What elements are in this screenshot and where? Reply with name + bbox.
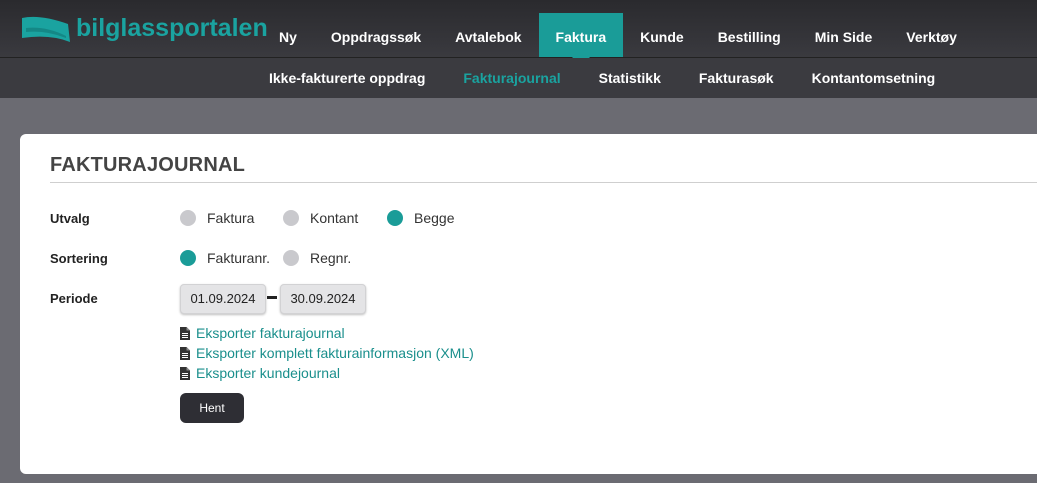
sub-navigation-bar: Ikke-fakturerte oppdrag Fakturajournal S…: [0, 58, 1037, 98]
sub-nav-fakturajournal[interactable]: Fakturajournal: [444, 58, 579, 98]
title-divider: [50, 182, 1037, 183]
export-fakturajournal-link[interactable]: Eksporter fakturajournal: [180, 325, 345, 341]
sub-nav: Ikke-fakturerte oppdrag Fakturajournal S…: [250, 58, 954, 98]
main-nav-bestilling[interactable]: Bestilling: [701, 13, 798, 57]
link-text: Eksporter fakturajournal: [196, 325, 345, 341]
top-navigation-bar: bilglassportalen Ny Oppdragssøk Avtalebo…: [0, 0, 1037, 66]
sub-nav-ikke-fakturerte[interactable]: Ikke-fakturerte oppdrag: [250, 58, 444, 98]
radio-unchecked-icon: [283, 210, 299, 226]
main-nav-verktoy[interactable]: Verktøy: [889, 13, 974, 57]
sortering-label: Sortering: [50, 251, 108, 266]
hent-button[interactable]: Hent: [180, 393, 244, 423]
link-text: Eksporter kundejournal: [196, 365, 340, 381]
main-nav-faktura[interactable]: Faktura: [538, 13, 624, 66]
sub-nav-fakturasok[interactable]: Fakturasøk: [680, 58, 793, 98]
main-nav-min-side[interactable]: Min Side: [798, 13, 890, 57]
radio-sortering-regnr[interactable]: Regnr.: [283, 250, 351, 266]
radio-utvalg-faktura[interactable]: Faktura: [180, 210, 254, 226]
radio-label: Begge: [414, 210, 455, 226]
main-nav-kunde[interactable]: Kunde: [623, 13, 701, 57]
main-nav: Ny Oppdragssøk Avtalebok Faktura Kunde B…: [262, 13, 974, 66]
radio-label: Fakturanr.: [207, 250, 271, 266]
export-kundejournal-link[interactable]: Eksporter kundejournal: [180, 365, 340, 381]
document-icon: [180, 346, 190, 360]
main-nav-oppdragssok[interactable]: Oppdragssøk: [314, 13, 438, 57]
sub-nav-statistikk[interactable]: Statistikk: [580, 58, 680, 98]
radio-unchecked-icon: [283, 250, 299, 266]
periode-label: Periode: [50, 291, 98, 306]
radio-sortering-fakturanr[interactable]: Fakturanr.: [180, 250, 270, 266]
radio-unchecked-icon: [180, 210, 196, 226]
sub-nav-kontantomsetning[interactable]: Kontantomsetning: [793, 58, 955, 98]
date-range-dash: [267, 296, 277, 299]
radio-label: Regnr.: [310, 250, 352, 266]
main-nav-avtalebok[interactable]: Avtalebok: [438, 13, 538, 57]
document-icon: [180, 326, 190, 340]
radio-label: Faktura: [207, 210, 255, 226]
radio-label: Kontant: [310, 210, 359, 226]
export-komplett-xml-link[interactable]: Eksporter komplett fakturainformasjon (X…: [180, 345, 474, 361]
utvalg-label: Utvalg: [50, 211, 90, 226]
fakturajournal-panel: FAKTURAJOURNAL Utvalg Faktura Kontant Be…: [20, 134, 1037, 474]
document-icon: [180, 366, 190, 380]
radio-checked-icon: [180, 250, 196, 266]
link-text: Eksporter komplett fakturainformasjon (X…: [196, 345, 474, 361]
date-from-input[interactable]: 01.09.2024: [180, 284, 266, 314]
date-to-input[interactable]: 30.09.2024: [280, 284, 366, 314]
radio-utvalg-begge[interactable]: Begge: [387, 210, 454, 226]
radio-checked-icon: [387, 210, 403, 226]
brand-name: bilglassportalen: [76, 14, 268, 42]
main-nav-ny[interactable]: Ny: [262, 13, 314, 57]
radio-utvalg-kontant[interactable]: Kontant: [283, 210, 358, 226]
page-title: FAKTURAJOURNAL: [50, 154, 246, 176]
